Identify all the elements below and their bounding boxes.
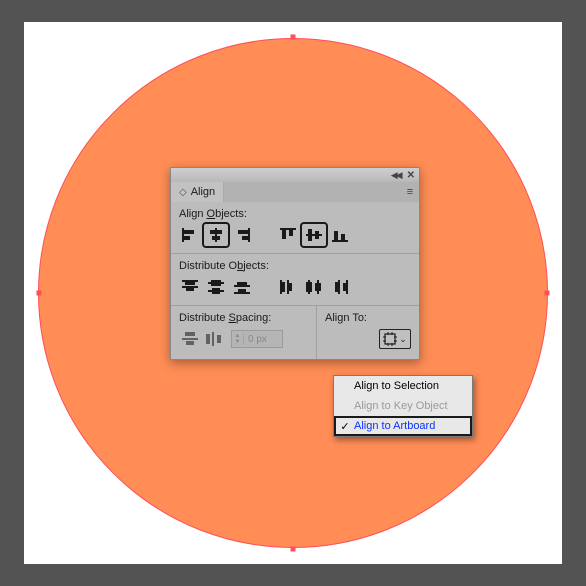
chevron-down-icon: ⌄ (399, 334, 407, 345)
distribute-hcenter-button[interactable] (303, 277, 325, 297)
panel-titlebar[interactable]: ◀◀ ✕ (171, 168, 419, 182)
spacing-stepper[interactable]: ▲▼ 0 px (231, 330, 283, 348)
spacing-value: 0 px (244, 334, 282, 345)
align-horizontal-center-button[interactable] (205, 225, 227, 245)
distribute-right-button[interactable] (329, 277, 351, 297)
distribute-left-button[interactable] (277, 277, 299, 297)
section-label: Align Objects: (179, 208, 411, 220)
section-label: Distribute Objects: (179, 260, 411, 272)
flyout-item-label: Align to Artboard (354, 420, 435, 432)
section-align-objects: Align Objects: (171, 202, 419, 253)
panel-lower: Distribute Spacing: ▲▼ 0 px Align To: (171, 305, 419, 359)
distribute-horizontal-spacing-button[interactable] (203, 329, 225, 349)
distribute-bottom-button[interactable] (231, 277, 253, 297)
collapse-icon[interactable]: ◀◀ (391, 170, 401, 181)
check-icon: ✓ (338, 420, 352, 433)
close-icon[interactable]: ✕ (407, 170, 415, 181)
flyout-item[interactable]: Align to Selection (334, 376, 472, 396)
tab-label: Align (191, 186, 215, 198)
flyout-item-label: Align to Selection (354, 380, 439, 392)
artboard-icon (383, 332, 397, 346)
section-distribute-objects: Distribute Objects: (171, 253, 419, 305)
anchor-handle[interactable] (291, 547, 296, 552)
align-left-button[interactable] (179, 225, 201, 245)
section-label: Distribute Spacing: (179, 312, 308, 324)
align-bottom-button[interactable] (329, 225, 351, 245)
anchor-handle[interactable] (545, 291, 550, 296)
section-label: Align To: (325, 312, 411, 324)
distribute-top-button[interactable] (179, 277, 201, 297)
distribute-vertical-spacing-button[interactable] (179, 329, 201, 349)
tab-align[interactable]: ◇ Align (171, 182, 224, 202)
panel-tabs: ◇ Align ≡ (171, 182, 419, 202)
section-align-to: Align To: ⌄ (316, 306, 419, 359)
distribute-vcenter-button[interactable] (205, 277, 227, 297)
section-distribute-spacing: Distribute Spacing: ▲▼ 0 px (171, 306, 316, 359)
flyout-item[interactable]: ✓Align to Artboard (334, 416, 472, 436)
align-panel: ◀◀ ✕ ◇ Align ≡ Align Objects: (170, 167, 420, 360)
flyout-item: Align to Key Object (334, 396, 472, 416)
align-vertical-center-button[interactable] (303, 225, 325, 245)
align-right-button[interactable] (231, 225, 253, 245)
anchor-point-icon: ◇ (179, 187, 187, 198)
anchor-handle[interactable] (291, 35, 296, 40)
panel-menu-icon[interactable]: ≡ (401, 186, 419, 198)
anchor-handle[interactable] (37, 291, 42, 296)
align-to-dropdown[interactable]: ⌄ (379, 329, 411, 349)
align-top-button[interactable] (277, 225, 299, 245)
align-to-flyout: Align to SelectionAlign to Key Object✓Al… (333, 375, 473, 437)
flyout-item-label: Align to Key Object (354, 400, 448, 412)
